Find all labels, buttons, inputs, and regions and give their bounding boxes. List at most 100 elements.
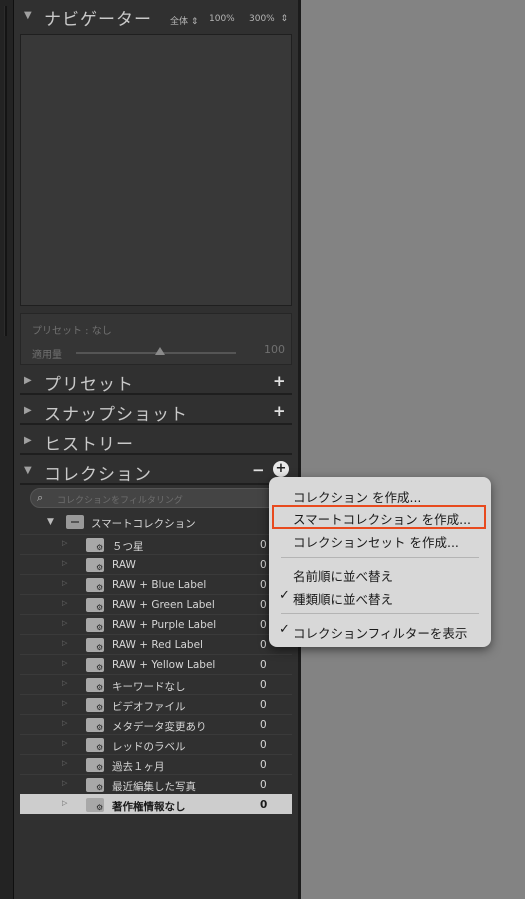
smart-collection-icon bbox=[86, 718, 104, 732]
collection-name: 過去１ヶ月 bbox=[112, 761, 165, 773]
smart-collection-icon bbox=[86, 778, 104, 792]
menu-sort-by-kind[interactable]: ✓ 種類順に並べ替え bbox=[269, 587, 491, 607]
snapshots-title: スナップショット bbox=[44, 405, 188, 425]
collection-name: RAW + Blue Label bbox=[112, 579, 207, 591]
smart-collection-row[interactable]: ▷ ５つ星 0 bbox=[20, 534, 292, 554]
collection-name: RAW + Green Label bbox=[112, 599, 215, 611]
smart-collection-icon bbox=[86, 678, 104, 692]
smart-collection-row[interactable]: ▷ RAW + Blue Label 0 bbox=[20, 574, 292, 594]
collection-count: 0 bbox=[260, 699, 267, 711]
smart-collection-icon bbox=[86, 618, 104, 632]
collection-name: 著作権情報なし bbox=[112, 801, 186, 813]
collection-count: 0 bbox=[260, 799, 268, 811]
collection-count: 0 bbox=[260, 599, 267, 611]
smart-collection-row[interactable]: ▷ RAW + Green Label 0 bbox=[20, 594, 292, 614]
smart-collection-icon bbox=[86, 598, 104, 612]
smart-collection-row[interactable]: ▷ 最近編集した写真 0 bbox=[20, 774, 292, 794]
amount-slider-thumb[interactable] bbox=[155, 347, 165, 355]
image-canvas-area[interactable] bbox=[298, 0, 525, 899]
sync-arrow-icon: ▷ bbox=[62, 679, 68, 687]
smart-collection-icon bbox=[86, 698, 104, 712]
collection-name: RAW + Red Label bbox=[112, 639, 203, 651]
amount-value: 100 bbox=[264, 343, 285, 356]
sync-arrow-icon: ▷ bbox=[62, 719, 68, 727]
menu-create-smart-collection[interactable]: スマートコレクション を作成... bbox=[269, 505, 491, 529]
smart-collection-row[interactable]: ▷ 過去１ヶ月 0 bbox=[20, 754, 292, 774]
sync-arrow-icon: ▷ bbox=[62, 619, 68, 627]
smart-collection-row[interactable]: ▷ メタデータ変更あり 0 bbox=[20, 714, 292, 734]
smart-collection-folder-label: スマートコレクション bbox=[91, 518, 196, 530]
smart-collection-row[interactable]: ▷ ビデオファイル 0 bbox=[20, 694, 292, 714]
menu-create-collection[interactable]: コレクション を作成... bbox=[269, 485, 491, 505]
zoom-100-option[interactable]: 100% bbox=[209, 14, 235, 24]
smart-collection-icon bbox=[86, 658, 104, 672]
zoom-300-option[interactable]: 300% ⇕ bbox=[249, 14, 288, 24]
smart-collection-icon bbox=[86, 578, 104, 592]
panel-edge-strip[interactable] bbox=[0, 0, 14, 899]
history-title: ヒストリー bbox=[44, 435, 134, 455]
navigator-header[interactable]: ▼ ナビゲーター 全体 ⇕ 100% 300% ⇕ bbox=[14, 2, 298, 32]
add-collection-icon[interactable]: + bbox=[273, 461, 289, 477]
sync-arrow-icon: ▷ bbox=[62, 699, 68, 707]
collection-set-icon bbox=[66, 515, 84, 529]
collection-count: 0 bbox=[260, 779, 267, 791]
collection-name: メタデータ変更あり bbox=[112, 721, 207, 733]
presets-title: プリセット bbox=[44, 375, 134, 395]
filmstrip-groove bbox=[4, 6, 7, 336]
smart-collection-folder[interactable]: ▼ スマートコレクション bbox=[20, 513, 292, 533]
preset-amount-box: プリセット : なし 適用量 100 bbox=[20, 313, 292, 365]
add-preset-icon[interactable]: + bbox=[273, 372, 286, 390]
smart-collection-row[interactable]: ▷ キーワードなし 0 bbox=[20, 674, 292, 694]
smart-collection-row[interactable]: ▷ レッドのラベル 0 bbox=[20, 734, 292, 754]
menu-sort-by-name[interactable]: 名前順に並べ替え bbox=[269, 564, 491, 584]
menu-show-filter[interactable]: ✓ コレクションフィルターを表示 bbox=[269, 621, 491, 641]
sync-arrow-icon: ▷ bbox=[62, 759, 68, 767]
collection-name: 最近編集した写真 bbox=[112, 781, 196, 793]
collection-name: RAW + Purple Label bbox=[112, 619, 217, 631]
navigator-preview[interactable] bbox=[20, 34, 292, 306]
sync-arrow-icon: ▷ bbox=[62, 739, 68, 747]
amount-label: 適用量 bbox=[32, 350, 62, 361]
smart-collection-row[interactable]: ▷ RAW + Yellow Label 0 bbox=[20, 654, 292, 674]
sync-arrow-icon: ▷ bbox=[62, 639, 68, 647]
section-divider bbox=[20, 423, 292, 425]
smart-collection-row[interactable]: ▷ RAW + Purple Label 0 bbox=[20, 614, 292, 634]
smart-collection-row[interactable]: ▷ RAW + Red Label 0 bbox=[20, 634, 292, 654]
sync-arrow-icon: ▷ bbox=[62, 539, 68, 547]
collection-name: RAW + Yellow Label bbox=[112, 659, 216, 671]
search-placeholder: コレクションをフィルタリング bbox=[57, 496, 183, 506]
smart-collection-icon bbox=[86, 798, 104, 812]
remove-collection-icon[interactable]: − bbox=[252, 461, 265, 479]
smart-collection-row[interactable]: ▷ 著作権情報なし 0 bbox=[20, 794, 292, 814]
smart-collection-row[interactable]: ▷ RAW 0 bbox=[20, 554, 292, 574]
collection-name: RAW bbox=[112, 559, 136, 571]
collection-count: 0 bbox=[260, 579, 267, 591]
menu-separator bbox=[281, 557, 479, 558]
collection-count: 0 bbox=[260, 679, 267, 691]
collection-filter-input[interactable]: ⌕ コレクションをフィルタリング bbox=[30, 488, 292, 508]
checkmark-icon: ✓ bbox=[279, 588, 290, 603]
section-divider bbox=[20, 393, 292, 395]
collection-count: 0 bbox=[260, 739, 267, 751]
collapse-triangle-icon: ▼ bbox=[24, 10, 32, 21]
expand-triangle-icon: ▶ bbox=[24, 375, 32, 386]
section-divider bbox=[20, 453, 292, 455]
collection-count: 0 bbox=[260, 539, 267, 551]
smart-collection-icon bbox=[86, 638, 104, 652]
zoom-fit-option[interactable]: 全体 ⇕ bbox=[170, 14, 198, 27]
sync-arrow-icon: ▷ bbox=[62, 659, 68, 667]
smart-collection-icon bbox=[86, 758, 104, 772]
menu-create-collection-set[interactable]: コレクションセット を作成... bbox=[269, 530, 491, 550]
smart-collection-icon bbox=[86, 738, 104, 752]
lightroom-develop-left-panel: ▼ ナビゲーター 全体 ⇕ 100% 300% ⇕ プリセット : なし 適用量… bbox=[0, 0, 525, 899]
sync-arrow-icon: ▷ bbox=[62, 599, 68, 607]
checkmark-icon: ✓ bbox=[279, 622, 290, 637]
collection-count: 0 bbox=[260, 659, 267, 671]
expand-triangle-icon: ▶ bbox=[24, 435, 32, 446]
preset-label: プリセット : なし bbox=[32, 326, 112, 337]
add-snapshot-icon[interactable]: + bbox=[273, 402, 286, 420]
collection-name: ビデオファイル bbox=[112, 701, 186, 713]
collapse-triangle-icon: ▼ bbox=[24, 465, 32, 476]
sync-arrow-icon: ▷ bbox=[62, 559, 68, 567]
collection-count: 0 bbox=[260, 759, 267, 771]
